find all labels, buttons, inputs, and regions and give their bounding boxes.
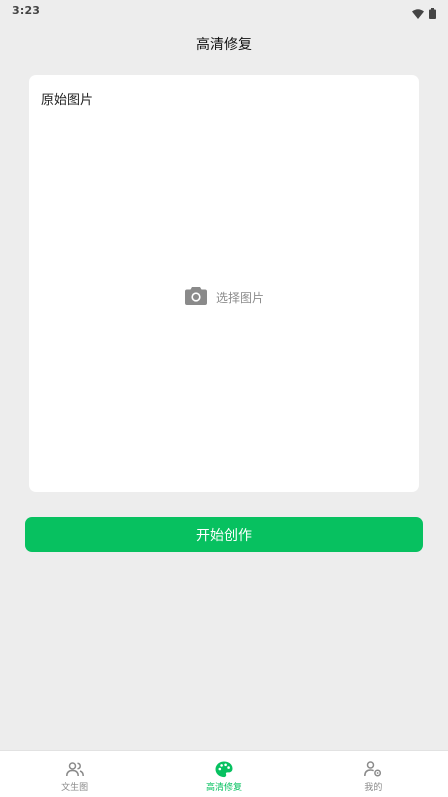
original-image-label: 原始图片 — [41, 93, 94, 108]
tab-label: 我的 — [364, 783, 383, 793]
status-time: 3:23 — [12, 4, 41, 17]
users-icon — [65, 760, 85, 778]
tab-text-to-image[interactable]: 文生图 — [0, 751, 149, 797]
wifi-icon — [412, 4, 424, 23]
page-title: 高清修复 — [196, 37, 252, 53]
palette-icon — [214, 760, 234, 778]
battery-icon — [429, 4, 436, 23]
tab-label: 高清修复 — [205, 783, 242, 793]
select-image-button[interactable]: 选择图片 — [185, 286, 264, 309]
start-creating-button[interactable]: 开始创作 — [25, 517, 423, 552]
app-header: 高清修复 — [0, 24, 448, 64]
bottom-tab-bar: 文生图 高清修复 我的 — [0, 750, 448, 797]
original-image-card: 原始图片 选择图片 — [29, 75, 419, 492]
tab-mine[interactable]: 我的 — [299, 751, 448, 797]
camera-icon — [185, 286, 207, 309]
tab-label: 文生图 — [61, 783, 89, 793]
status-icons — [412, 4, 436, 23]
select-image-label: 选择图片 — [216, 291, 265, 305]
app-screen: 3:23 高清修复 原始图片 选择图片 开始创作 文生图 高清修复 我的 — [0, 0, 448, 797]
tab-hd-restore[interactable]: 高清修复 — [149, 751, 298, 797]
user-settings-icon — [363, 760, 383, 778]
status-bar: 3:23 — [0, 0, 448, 22]
